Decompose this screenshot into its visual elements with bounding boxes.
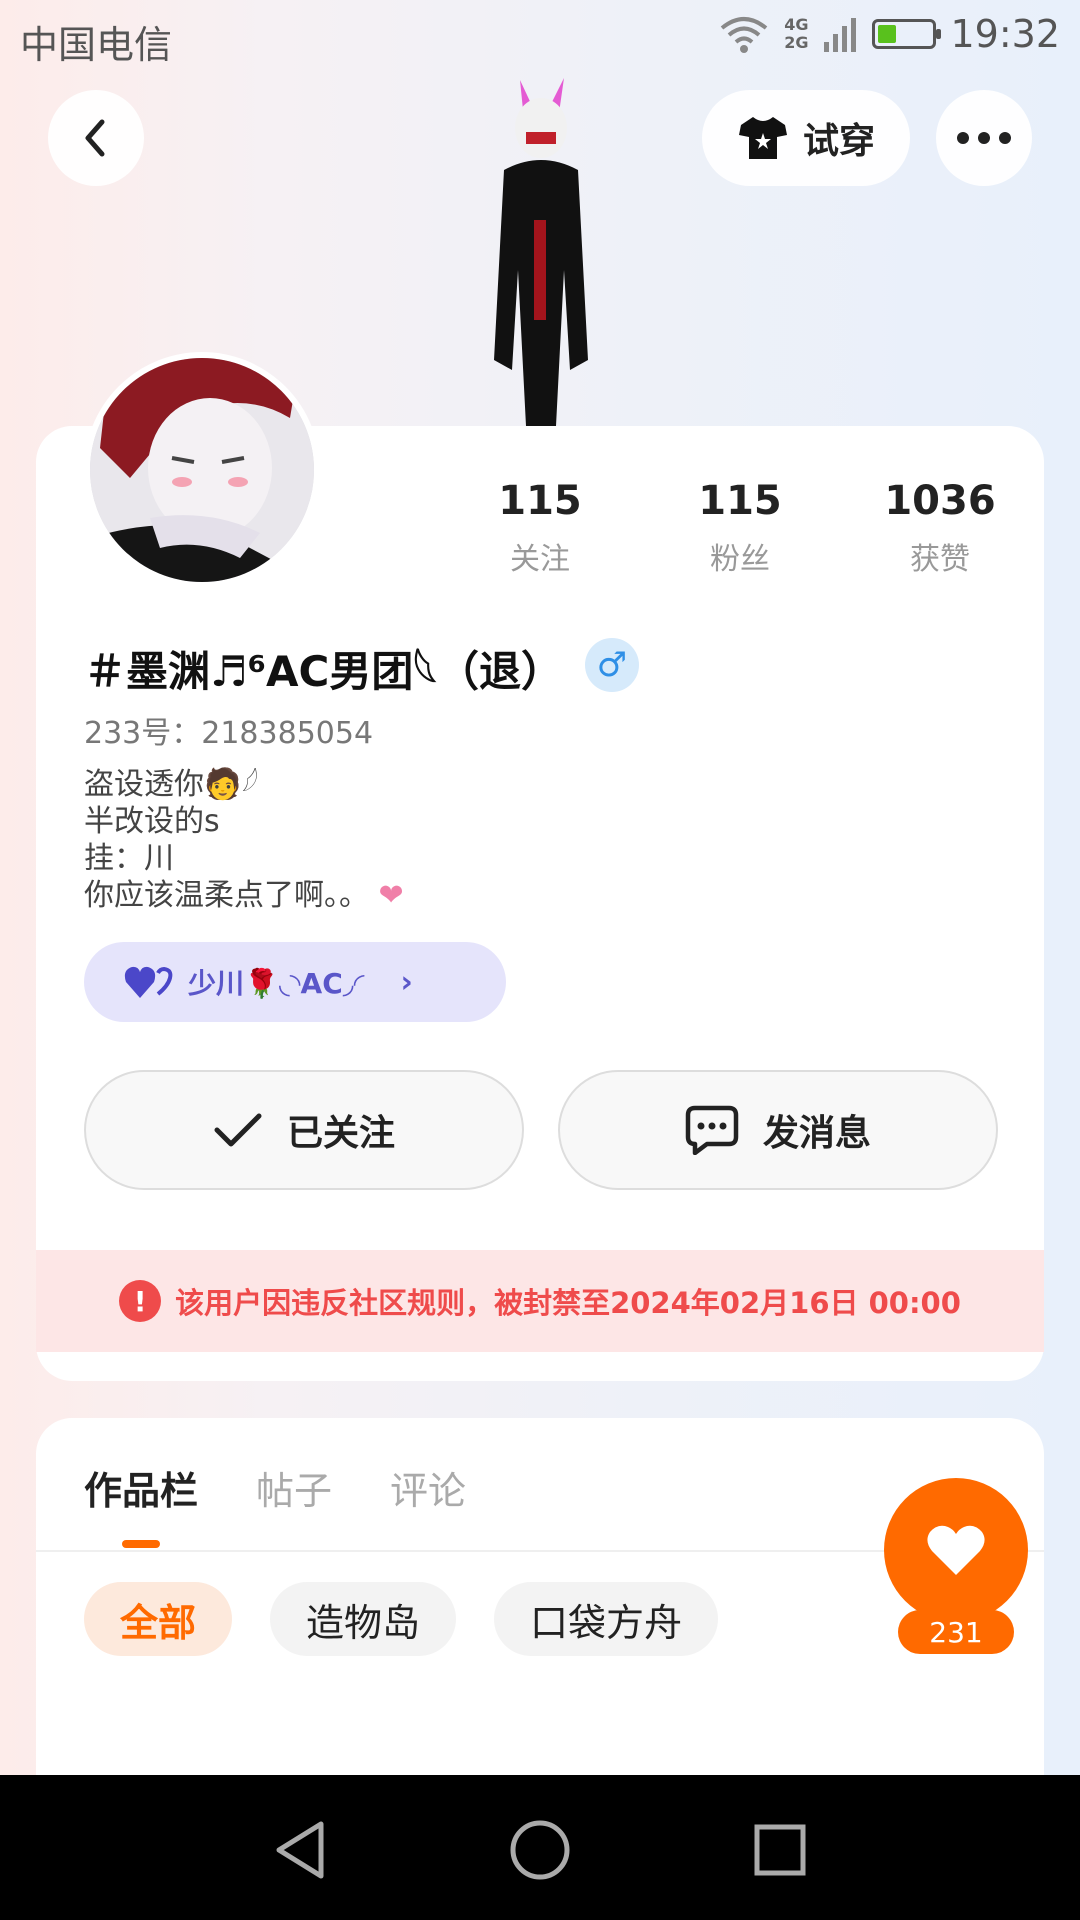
status-bar: 中国电信 4G 2G 19:32 [0,0,1080,76]
ban-notice-text: 该用户因违反社区规则，被封禁至2024年02月16日 00:00 [175,1286,961,1320]
bio-line: 半改设的s [84,804,220,839]
nav-back-button[interactable] [265,1815,335,1885]
stat-following[interactable]: 115 关注 [440,478,640,578]
tab-posts[interactable]: 帖子 [256,1460,332,1515]
stat-label: 获赞 [910,542,970,577]
fan-badge-label: 少川🌹◟◝AC◞◜ [188,967,365,1000]
stat-value: 115 [698,478,782,524]
system-nav-bar [0,1775,1080,1920]
more-dots-icon [957,132,1011,144]
try-on-label: 试穿 [802,121,875,162]
status-icons: 4G 2G 19:32 [718,12,1060,56]
stat-value: 115 [498,478,582,524]
stat-value: 1036 [884,478,996,524]
character-model-image[interactable] [460,70,620,430]
male-gender-icon: ♂ [584,638,639,692]
battery-icon [872,19,942,49]
following-button[interactable]: 已关注 [84,1070,524,1190]
fan-badge[interactable]: 少川🌹◟◝AC◞◜ › [84,942,506,1022]
chat-bubble-icon [685,1105,739,1155]
chip-pocket-ark[interactable]: 口袋方舟 [494,1582,719,1656]
stat-likes: 1036 获赞 [840,478,1040,578]
checkmark-icon [214,1113,262,1147]
try-on-button[interactable]: 试穿 [702,90,910,186]
network-type: 4G 2G [784,15,809,52]
heart-icon: ❤ [378,878,404,913]
nav-home-button[interactable] [505,1815,575,1885]
chevron-right-icon: › [400,964,413,1000]
bio-line: 挂：川 [84,841,174,876]
signal-icon [824,18,857,52]
tab-comments[interactable]: 评论 [390,1460,466,1515]
bio-line: 你应该温柔点了啊。。 [84,878,369,913]
filter-chips: 全部 造物岛 口袋方舟 [84,1582,719,1656]
alert-icon: ! [119,1280,162,1322]
bio-line-last: 你应该温柔点了啊。。 ❤ [84,877,404,914]
bio-line: 盗设透你🧑𓆪 [84,767,259,802]
profile-stats: 115 关注 115 粉丝 1036 获赞 [440,478,1040,578]
double-heart-icon [124,966,173,998]
avatar-image [90,358,314,582]
bio: 盗设透你🧑𓆪 半改设的s 挂：川 你应该温柔点了啊。。 ❤ [84,766,404,914]
wifi-icon [720,17,768,53]
stat-label: 粉丝 [710,542,770,577]
heart-icon [927,1525,985,1575]
username-row: ＃墨渊♬⁶AC男团𓆩（退） ♂ [84,630,639,700]
active-tab-indicator [122,1540,160,1548]
stat-label: 关注 [510,542,570,577]
following-label: 已关注 [286,1113,395,1154]
works-tabs: 作品栏 帖子 评论 [84,1460,466,1515]
chip-all[interactable]: 全部 [84,1582,233,1656]
triangle-back-icon [276,1821,324,1879]
circle-home-icon [510,1820,570,1880]
nav-recents-button[interactable] [745,1815,815,1885]
chip-creation-island[interactable]: 造物岛 [270,1582,457,1656]
carrier-name: 中国电信 [20,23,173,67]
like-button[interactable] [884,1478,1028,1622]
like-count: 231 [898,1610,1014,1654]
back-button[interactable] [48,90,144,186]
more-button[interactable] [936,90,1032,186]
username: ＃墨渊♬⁶AC男团𓆩（退） [84,647,563,696]
avatar[interactable] [84,352,320,588]
user-id: 233号：218385054 [84,716,374,751]
tshirt-icon [738,117,787,159]
tab-works[interactable]: 作品栏 [84,1460,198,1515]
clock: 19:32 [950,12,1060,56]
chevron-left-icon [85,119,105,157]
stat-followers[interactable]: 115 粉丝 [640,478,840,578]
send-message-button[interactable]: 发消息 [558,1070,998,1190]
send-message-label: 发消息 [762,1113,871,1154]
square-recents-icon [754,1824,806,1876]
ban-notice: ! 该用户因违反社区规则，被封禁至2024年02月16日 00:00 [36,1250,1044,1352]
